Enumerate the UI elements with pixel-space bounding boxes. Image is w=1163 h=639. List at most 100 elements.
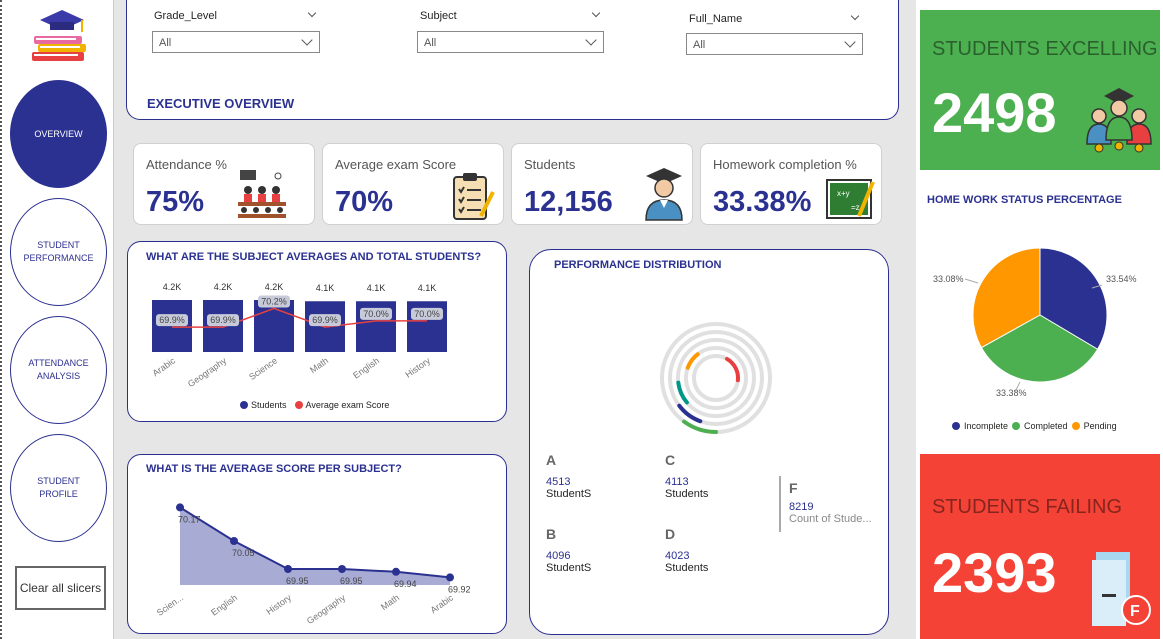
nav-overview-button[interactable]: OVERVIEW xyxy=(10,80,107,188)
x-tick-label: Science xyxy=(247,355,279,382)
performance-distribution-title: PERFORMANCE DISTRIBUTION xyxy=(554,259,722,271)
x-tick-label: Arabic xyxy=(429,592,456,615)
subject-slicer[interactable]: All xyxy=(417,31,604,53)
clear-slicers-label: Clear all slicers xyxy=(19,581,102,595)
kpi-homework-title: Homework completion % xyxy=(713,157,857,172)
pie-data-label: 33.38% xyxy=(996,388,1027,398)
kpi-attendance-card: Attendance % 75% xyxy=(133,143,315,225)
grade-d-count: 4023 xyxy=(665,550,690,562)
grade-level-slicer-value: All xyxy=(159,37,172,49)
nav-attendance-analysis-label: ATTENDANCE ANALYSIS xyxy=(28,358,89,381)
x-tick-label: Scien... xyxy=(155,592,185,617)
homework-pie-chart: 33.54% 33.38% 33.08% xyxy=(933,247,1137,398)
kpi-students-value: 12,156 xyxy=(524,186,613,218)
x-tick-label: History xyxy=(264,592,293,617)
score-data-label: 69.9% xyxy=(159,315,185,325)
area-point xyxy=(338,565,346,573)
grade-level-slicer-label: Grade_Level xyxy=(154,10,217,22)
svg-text:=z: =z xyxy=(851,203,860,212)
bar-data-label: 4.1K xyxy=(418,283,437,293)
legend-students-label: Students xyxy=(251,400,287,410)
students-award-icon xyxy=(1086,88,1152,153)
area-data-label: 69.95 xyxy=(340,576,363,586)
grade-f-count: 8219 xyxy=(789,501,814,513)
x-tick-label: Math xyxy=(379,592,401,612)
students-failing-value: 2393 xyxy=(932,541,1057,604)
nav-overview-label: OVERVIEW xyxy=(34,128,83,139)
area-data-label: 69.94 xyxy=(394,579,417,589)
grade-b: B 4096 StudentS xyxy=(546,526,591,574)
grade-level-slicer[interactable]: All xyxy=(152,31,320,53)
bar-data-label: 4.2K xyxy=(265,282,284,292)
legend-completed-label: Completed xyxy=(1024,421,1068,431)
area-data-label: 70.17 xyxy=(178,514,201,524)
x-tick-label: English xyxy=(351,355,381,380)
pie-data-label: 33.08% xyxy=(933,274,964,284)
students-failing-title: STUDENTS FAILING xyxy=(932,496,1123,518)
performance-radial-chart xyxy=(660,322,772,434)
full-name-slicer-value: All xyxy=(693,39,706,51)
nav-sidebar: OVERVIEW STUDENT PERFORMANCE ATTENDANCE … xyxy=(0,0,114,639)
logo-books-icon xyxy=(28,6,92,64)
grade-a-label: StudentS xyxy=(546,488,592,500)
grade-c: C 4113 Students xyxy=(665,452,708,500)
grade-d-label: Students xyxy=(665,562,709,574)
kpi-homework-value: 33.38% xyxy=(713,186,812,218)
legend-incomplete-dot xyxy=(952,422,960,430)
grade-b-label: StudentS xyxy=(546,562,592,574)
kpi-attendance-value: 75% xyxy=(146,186,205,218)
grade-f-letter: F xyxy=(789,480,798,496)
grade-b-count: 4096 xyxy=(546,550,571,562)
grade-f-divider xyxy=(779,476,781,532)
nav-attendance-analysis-button[interactable]: ATTENDANCE ANALYSIS xyxy=(10,316,107,424)
x-tick-label: Geography xyxy=(305,592,348,626)
kpi-students-title: Students xyxy=(524,157,576,172)
grade-d: D 4023 Students xyxy=(665,526,708,574)
legend-completed-dot xyxy=(1012,422,1021,430)
bar-data-label: 4.1K xyxy=(316,283,335,293)
classroom-icon xyxy=(238,170,286,218)
chevron-down-icon[interactable] xyxy=(591,8,601,18)
bar-data-label: 4.1K xyxy=(367,283,386,293)
nav-student-performance-label: STUDENT PERFORMANCE xyxy=(23,240,94,263)
grade-a-count: 4513 xyxy=(546,476,571,488)
page-title: EXECUTIVE OVERVIEW xyxy=(147,96,295,111)
subject-slicer-value: All xyxy=(424,37,437,49)
students-excelling-title: STUDENTS EXCELLING xyxy=(932,38,1158,60)
svg-text:x+y: x+y xyxy=(837,189,850,198)
students-excelling-value: 2498 xyxy=(932,81,1057,144)
grade-c-count: 4113 xyxy=(665,476,689,488)
homework-status-title: HOME WORK STATUS PERCENTAGE xyxy=(927,194,1122,206)
subject-averages-chart: 4.2K Arabic 4.2K Geography 4.2K Science 4.1K Ma… xyxy=(151,282,447,389)
area-point xyxy=(392,567,400,576)
chevron-down-icon xyxy=(844,36,856,48)
full-name-slicer[interactable]: All xyxy=(686,33,863,55)
chevron-down-icon[interactable] xyxy=(307,8,317,18)
score-data-label: 70.2% xyxy=(261,296,287,306)
x-tick-label: English xyxy=(209,592,239,617)
grade-c-label: Students xyxy=(665,488,709,500)
score-data-label: 70.0% xyxy=(414,309,440,319)
pie-data-label: 33.54% xyxy=(1106,274,1137,284)
homework-legend: Incomplete Completed Pending xyxy=(952,421,1117,431)
x-tick-label: History xyxy=(403,355,432,380)
grade-d-letter: D xyxy=(665,526,676,542)
chevron-down-icon xyxy=(301,34,313,46)
nav-student-performance-button[interactable]: STUDENT PERFORMANCE xyxy=(10,198,107,306)
clear-slicers-button[interactable]: Clear all slicers xyxy=(15,566,106,610)
nav-student-profile-button[interactable]: STUDENT PROFILE xyxy=(10,434,107,542)
legend-score-label: Average exam Score xyxy=(305,400,390,410)
radial-track xyxy=(676,338,756,418)
avg-score-chart: 70.17 Scien... 70.05 English 69.95 History 69.… xyxy=(155,503,471,626)
avg-score-card: WHAT IS THE AVERAGE SCORE PER SUBJECT? 7… xyxy=(127,454,507,634)
chevron-down-icon[interactable] xyxy=(850,11,860,21)
score-data-label: 69.9% xyxy=(210,315,236,325)
kpi-attendance-title: Attendance % xyxy=(146,157,227,172)
kpi-exam-score-value: 70% xyxy=(335,186,394,218)
area-point xyxy=(176,503,184,512)
radial-arc-f xyxy=(725,356,740,383)
kpi-students-card: Students 12,156 xyxy=(511,143,693,225)
graduate-icon xyxy=(645,168,683,221)
grade-c-letter: C xyxy=(665,452,676,468)
full-name-slicer-label: Full_Name xyxy=(689,13,743,25)
